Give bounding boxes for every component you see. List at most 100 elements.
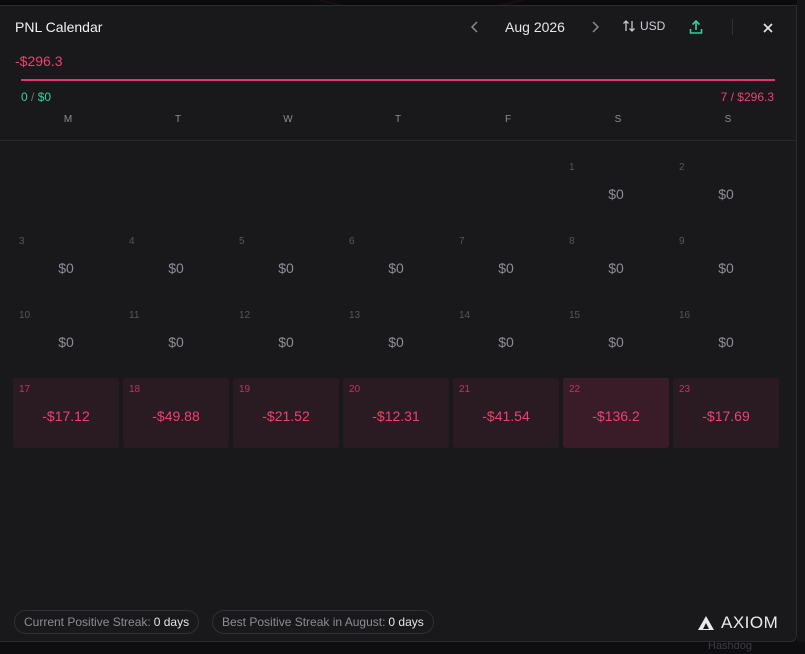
best-streak-badge: Best Positive Streak in August: 0 days (212, 610, 434, 634)
calendar-day-cell[interactable]: 3 $0 (13, 230, 119, 300)
current-month: Aug 2026 (505, 19, 565, 35)
upload-icon (689, 19, 703, 34)
calendar-day-cell[interactable]: 8 $0 (563, 230, 669, 300)
day-number: 16 (679, 310, 691, 321)
weekday-label: F (504, 114, 512, 125)
day-pnl-value: -$12.31 (372, 408, 420, 424)
modal-title: PNL Calendar (15, 19, 103, 35)
losses-summary: 7 / $296.3 (721, 90, 774, 104)
day-number: 17 (19, 384, 31, 395)
weekday-label: T (394, 114, 402, 125)
header-divider (732, 19, 733, 35)
day-number: 7 (459, 236, 465, 247)
day-pnl-value: $0 (58, 334, 74, 350)
calendar-day-cell[interactable]: 23 -$17.69 (673, 378, 779, 448)
weekday-label: S (724, 114, 732, 125)
day-pnl-value: -$21.52 (262, 408, 310, 424)
day-pnl-value: -$136.2 (592, 408, 640, 424)
wins-separator: / (27, 90, 38, 104)
day-number: 15 (569, 310, 581, 321)
day-number: 13 (349, 310, 361, 321)
currency-toggle-button[interactable]: USD (622, 19, 665, 33)
total-pnl: -$296.3 (15, 53, 63, 69)
calendar-day-cell[interactable]: 7 $0 (453, 230, 559, 300)
day-number: 23 (679, 384, 691, 395)
calendar-day-cell[interactable]: 9 $0 (673, 230, 779, 300)
brand-logo: AXIOM (697, 613, 778, 633)
header-separator (0, 140, 796, 141)
axiom-logo-icon (698, 616, 714, 630)
weekday-label: W (283, 114, 293, 125)
calendar-day-cell[interactable]: 15 $0 (563, 304, 669, 374)
share-button[interactable] (687, 18, 705, 36)
day-number: 5 (239, 236, 245, 247)
day-pnl-value: $0 (388, 260, 404, 276)
wins-summary: 0 / $0 (21, 90, 51, 104)
wins-count: 0 (21, 90, 28, 104)
current-streak-value: 0 days (153, 615, 190, 629)
calendar-day-cell[interactable]: 1 $0 (563, 156, 669, 226)
calendar-empty-cell (343, 156, 449, 226)
day-number: 2 (679, 162, 685, 173)
calendar-day-cell[interactable]: 10 $0 (13, 304, 119, 374)
next-month-button[interactable] (585, 16, 605, 38)
day-number: 4 (129, 236, 135, 247)
calendar-day-cell[interactable]: 12 $0 (233, 304, 339, 374)
calendar-empty-cell (453, 156, 559, 226)
prev-month-button[interactable] (465, 16, 485, 38)
calendar-day-cell[interactable]: 22 -$136.2 (563, 378, 669, 448)
day-pnl-value: $0 (608, 260, 624, 276)
day-pnl-value: $0 (58, 260, 74, 276)
day-number: 6 (349, 236, 355, 247)
close-button[interactable] (759, 19, 777, 37)
weekday-label: S (614, 114, 622, 125)
day-pnl-value: $0 (278, 260, 294, 276)
calendar-day-cell[interactable]: 19 -$21.52 (233, 378, 339, 448)
calendar-empty-cell (123, 156, 229, 226)
calendar-day-cell[interactable]: 6 $0 (343, 230, 449, 300)
calendar-day-cell[interactable]: 11 $0 (123, 304, 229, 374)
day-pnl-value: $0 (168, 334, 184, 350)
day-pnl-value: $0 (388, 334, 404, 350)
best-streak-label: Best Positive Streak in August: (222, 615, 386, 629)
backdrop-bottom (0, 642, 805, 654)
day-pnl-value: $0 (718, 186, 734, 202)
day-pnl-value: $0 (718, 334, 734, 350)
backdrop-edge (797, 0, 805, 654)
day-pnl-value: $0 (168, 260, 184, 276)
pnl-calendar-modal: PNL Calendar Aug 2026 USD -$296.3 0 / $0 (0, 5, 797, 642)
weekday-label: M (63, 114, 73, 125)
chevron-left-icon (470, 21, 478, 33)
calendar-day-cell[interactable]: 16 $0 (673, 304, 779, 374)
current-streak-badge: Current Positive Streak: 0 days (14, 610, 200, 634)
calendar-day-cell[interactable]: 17 -$17.12 (13, 378, 119, 448)
day-number: 19 (239, 384, 251, 395)
calendar-day-cell[interactable]: 2 $0 (673, 156, 779, 226)
calendar-empty-cell (233, 156, 339, 226)
day-number: 22 (569, 384, 581, 395)
calendar-day-cell[interactable]: 5 $0 (233, 230, 339, 300)
day-pnl-value: $0 (498, 334, 514, 350)
calendar-grid: 1 $0 2 $0 3 $0 4 $0 5 $0 6 $0 7 $0 8 $0 9 $0 10 $0 11 $0 12 $0 1… (13, 156, 785, 448)
losses-separator: / (727, 90, 738, 104)
day-number: 10 (19, 310, 31, 321)
day-pnl-value: $0 (608, 334, 624, 350)
calendar-day-cell[interactable]: 21 -$41.54 (453, 378, 559, 448)
calendar-day-cell[interactable]: 18 -$49.88 (123, 378, 229, 448)
calendar-day-cell[interactable]: 14 $0 (453, 304, 559, 374)
day-number: 1 (569, 162, 575, 173)
day-pnl-value: -$49.88 (152, 408, 200, 424)
calendar-day-cell[interactable]: 13 $0 (343, 304, 449, 374)
wins-amount: $0 (37, 90, 52, 104)
day-number: 21 (459, 384, 471, 395)
day-number: 3 (19, 236, 25, 247)
day-pnl-value: -$41.54 (482, 408, 530, 424)
calendar-day-cell[interactable]: 20 -$12.31 (343, 378, 449, 448)
day-number: 14 (459, 310, 471, 321)
weekday-header: M T W T F S S (13, 114, 783, 125)
calendar-day-cell[interactable]: 4 $0 (123, 230, 229, 300)
day-pnl-value: $0 (278, 334, 294, 350)
day-number: 20 (349, 384, 361, 395)
currency-label: USD (640, 19, 666, 33)
day-number: 11 (129, 310, 140, 321)
